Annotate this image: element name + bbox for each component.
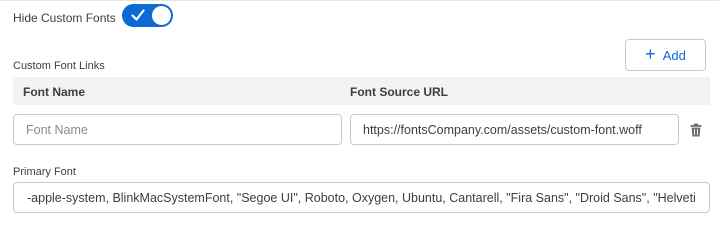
primary-font-input[interactable]: [13, 182, 710, 213]
toggle-knob: [152, 6, 171, 25]
checkmark-icon: [131, 9, 145, 21]
primary-font-label: Primary Font: [13, 166, 76, 178]
column-header-font-source-url: Font Source URL: [350, 85, 448, 99]
hide-custom-fonts-label: Hide Custom Fonts: [13, 11, 116, 25]
add-font-link-button[interactable]: + Add: [625, 39, 706, 71]
font-links-table-header: Font Name Font Source URL: [13, 77, 710, 105]
hide-custom-fonts-toggle[interactable]: [122, 4, 173, 27]
font-source-url-input[interactable]: [350, 114, 679, 145]
custom-font-links-label: Custom Font Links: [13, 60, 105, 72]
top-divider: [0, 0, 719, 1]
plus-icon: +: [645, 44, 656, 64]
column-header-font-name: Font Name: [23, 85, 86, 99]
trash-icon[interactable]: [690, 123, 702, 137]
add-button-label: Add: [662, 47, 686, 63]
font-name-input[interactable]: [13, 114, 342, 145]
